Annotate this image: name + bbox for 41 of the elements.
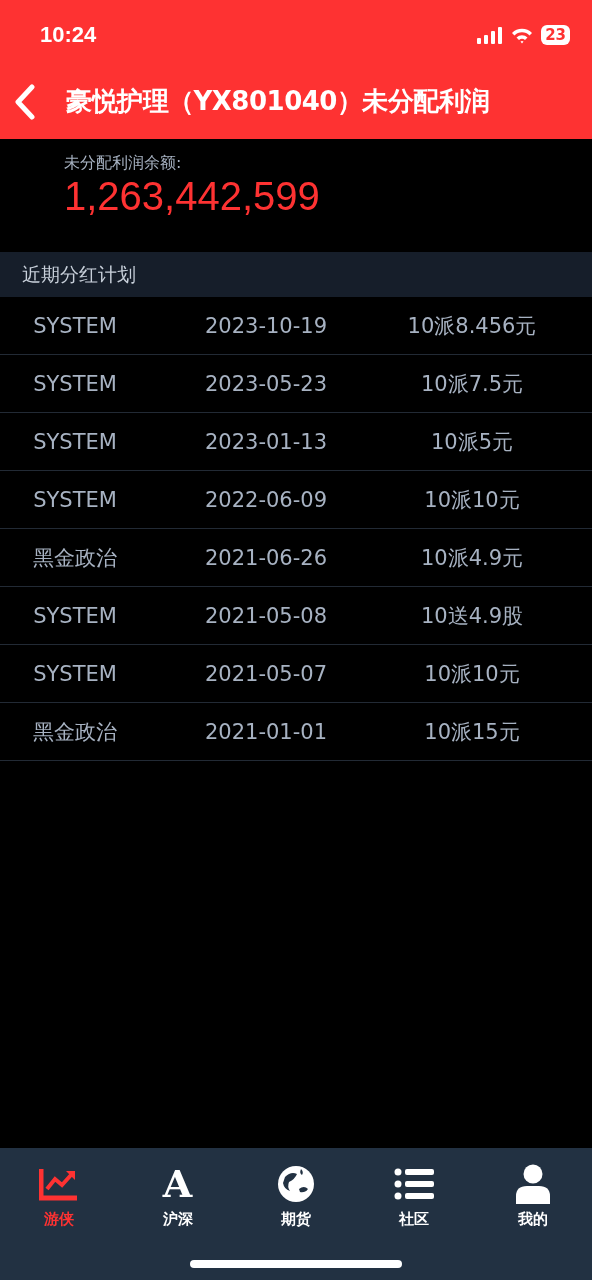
plan-cell-text: 10送4.9股 <box>419 602 525 630</box>
battery-level: 23 <box>541 25 570 45</box>
date-cell-text: 2021-06-26 <box>203 545 328 570</box>
tab-item[interactable]: 游侠 <box>0 1164 119 1229</box>
source-cell-text: SYSTEM <box>32 371 118 396</box>
source-cell-text: SYSTEM <box>32 429 118 454</box>
source-cell-text: SYSTEM <box>32 487 118 512</box>
wifi-icon <box>511 26 534 44</box>
plan-cell-text: 10派10元 <box>423 486 521 514</box>
person-icon <box>514 1164 551 1204</box>
source-cell-text: SYSTEM <box>32 661 118 686</box>
balance-value: 1,263,442,599 <box>64 174 320 218</box>
signal-icon <box>477 26 504 44</box>
date-cell-text: 2022-06-09 <box>203 487 328 512</box>
plan-cell-text: 10派5元 <box>429 428 515 456</box>
source-cell-text: 黑金政治 <box>32 718 118 746</box>
source-cell-text: 黑金政治 <box>32 544 118 572</box>
plan-cell-text: 10派10元 <box>423 660 521 688</box>
back-icon[interactable] <box>14 83 36 120</box>
plan-cell-text: 10派7.5元 <box>419 370 525 398</box>
date-cell-text: 2023-10-19 <box>203 313 328 338</box>
page-title: 豪悦护理（YX801040）未分配利润 <box>66 85 490 118</box>
section-header: 近期分红计划 <box>0 252 592 297</box>
date-cell-text: 2021-05-07 <box>203 661 328 686</box>
date-cell-text: 2021-05-08 <box>203 603 328 628</box>
letter-icon: A <box>162 1164 193 1204</box>
globe-icon <box>277 1164 315 1204</box>
date-cell-text: 2023-01-13 <box>203 429 328 454</box>
plan-cell-text: 10派15元 <box>423 718 521 746</box>
plan-cell-text: 10派4.9元 <box>419 544 525 572</box>
tab-item[interactable]: 期货 <box>236 1164 356 1229</box>
tab-item[interactable]: 我的 <box>473 1164 592 1229</box>
balance-label: 未分配利润余额: <box>64 153 182 174</box>
source-cell-text: SYSTEM <box>32 313 118 338</box>
plan-cell-text: 10派8.456元 <box>406 312 538 340</box>
date-cell-text: 2021-01-01 <box>203 719 328 744</box>
source-cell-text: SYSTEM <box>32 603 118 628</box>
status-time: 10:24 <box>40 22 97 48</box>
date-cell-text: 2023-05-23 <box>203 371 328 396</box>
tab-item[interactable]: A 沪深 <box>118 1164 237 1229</box>
tab-item[interactable]: 社区 <box>355 1164 474 1229</box>
